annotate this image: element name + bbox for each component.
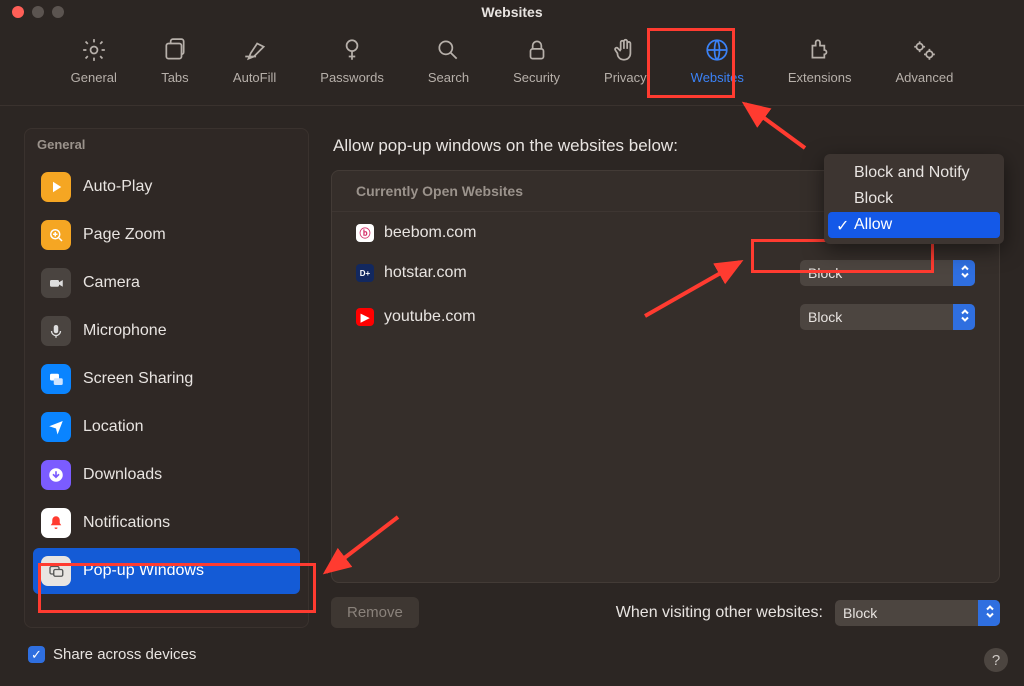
select-value: Block (808, 265, 842, 281)
tab-label: Passwords (320, 70, 384, 85)
tab-label: AutoFill (233, 70, 276, 85)
tab-label: Tabs (161, 70, 188, 85)
pen-icon (241, 36, 269, 64)
tab-tabs[interactable]: Tabs (153, 32, 197, 89)
favicon: ⓑ (356, 224, 374, 242)
lock-icon (523, 36, 551, 64)
window-title: Websites (0, 4, 1024, 20)
chevron-updown-icon (960, 309, 970, 326)
site-setting-select[interactable]: Block (800, 304, 975, 330)
screens-icon (41, 364, 71, 394)
favicon: ▶ (356, 308, 374, 326)
chevron-updown-icon (985, 604, 995, 621)
bell-icon (41, 508, 71, 538)
sidebar-item-screen-sharing[interactable]: Screen Sharing (33, 356, 300, 402)
puzzle-icon (806, 36, 834, 64)
tab-advanced[interactable]: Advanced (887, 32, 961, 89)
sidebar-item-camera[interactable]: Camera (33, 260, 300, 306)
site-row[interactable]: D+ hotstar.com Block (348, 256, 983, 290)
hand-icon (611, 36, 639, 64)
sidebar-item-label: Downloads (83, 466, 162, 484)
websites-sidebar: General Auto-Play Page Zoom Camera Micro… (24, 128, 309, 628)
tab-general[interactable]: General (63, 32, 125, 89)
tabs-icon (161, 36, 189, 64)
tab-label: Extensions (788, 70, 852, 85)
site-domain: beebom.com (384, 224, 477, 242)
help-button[interactable]: ? (984, 648, 1008, 672)
popup-option-block[interactable]: Block (828, 186, 1000, 212)
sidebar-item-label: Screen Sharing (83, 370, 193, 388)
tab-label: Search (428, 70, 469, 85)
tab-websites[interactable]: Websites (683, 32, 752, 89)
tab-extensions[interactable]: Extensions (780, 32, 860, 89)
gear-icon (80, 36, 108, 64)
site-domain: hotstar.com (384, 264, 467, 282)
sidebar-item-microphone[interactable]: Microphone (33, 308, 300, 354)
sidebar-item-label: Microphone (83, 322, 167, 340)
sidebar-item-label: Auto-Play (83, 178, 152, 196)
search-icon (434, 36, 462, 64)
tab-passwords[interactable]: Passwords (312, 32, 392, 89)
preferences-toolbar: General Tabs AutoFill Passwords Search S… (0, 24, 1024, 106)
share-across-devices-checkbox[interactable]: ✓ (28, 646, 45, 663)
sidebar-item-location[interactable]: Location (33, 404, 300, 450)
sidebar-item-notifications[interactable]: Notifications (33, 500, 300, 546)
tab-label: Security (513, 70, 560, 85)
content-pane: Allow pop-up windows on the websites bel… (331, 128, 1000, 628)
sidebar-item-popup-windows[interactable]: Pop-up Windows (33, 548, 300, 594)
select-value: Block (808, 309, 842, 325)
tab-security[interactable]: Security (505, 32, 568, 89)
select-value: Block (843, 605, 877, 621)
chevron-updown-icon (960, 265, 970, 282)
site-row[interactable]: ▶ youtube.com Block (348, 300, 983, 334)
sidebar-item-auto-play[interactable]: Auto-Play (33, 164, 300, 210)
site-domain: youtube.com (384, 308, 476, 326)
gears-icon (910, 36, 938, 64)
other-websites-select[interactable]: Block (835, 600, 1000, 626)
sidebar-item-label: Camera (83, 274, 140, 292)
play-icon (41, 172, 71, 202)
windows-icon (41, 556, 71, 586)
camera-icon (41, 268, 71, 298)
site-setting-select[interactable]: Block (800, 260, 975, 286)
popup-option-allow[interactable]: Allow (828, 212, 1000, 238)
sidebar-item-page-zoom[interactable]: Page Zoom (33, 212, 300, 258)
tab-search[interactable]: Search (420, 32, 477, 89)
sidebar-item-label: Location (83, 418, 144, 436)
tab-label: Websites (691, 70, 744, 85)
zoom-icon (41, 220, 71, 250)
tab-label: Advanced (895, 70, 953, 85)
globe-icon (703, 36, 731, 64)
popup-option-block-notify[interactable]: Block and Notify (828, 160, 1000, 186)
tab-autofill[interactable]: AutoFill (225, 32, 284, 89)
key-icon (338, 36, 366, 64)
remove-button[interactable]: Remove (331, 597, 419, 628)
tab-label: General (71, 70, 117, 85)
favicon: D+ (356, 264, 374, 282)
sidebar-item-label: Notifications (83, 514, 170, 532)
sidebar-header: General (25, 129, 308, 158)
location-icon (41, 412, 71, 442)
microphone-icon (41, 316, 71, 346)
tab-privacy[interactable]: Privacy (596, 32, 655, 89)
download-icon (41, 460, 71, 490)
setting-popup-menu: Block and Notify Block Allow (824, 154, 1004, 244)
other-websites-label: When visiting other websites: (616, 604, 823, 622)
sidebar-item-label: Pop-up Windows (83, 562, 204, 580)
sidebar-item-downloads[interactable]: Downloads (33, 452, 300, 498)
share-across-devices-label: Share across devices (53, 646, 196, 663)
section-heading: Allow pop-up windows on the websites bel… (333, 136, 1000, 156)
tab-label: Privacy (604, 70, 647, 85)
sidebar-item-label: Page Zoom (83, 226, 166, 244)
